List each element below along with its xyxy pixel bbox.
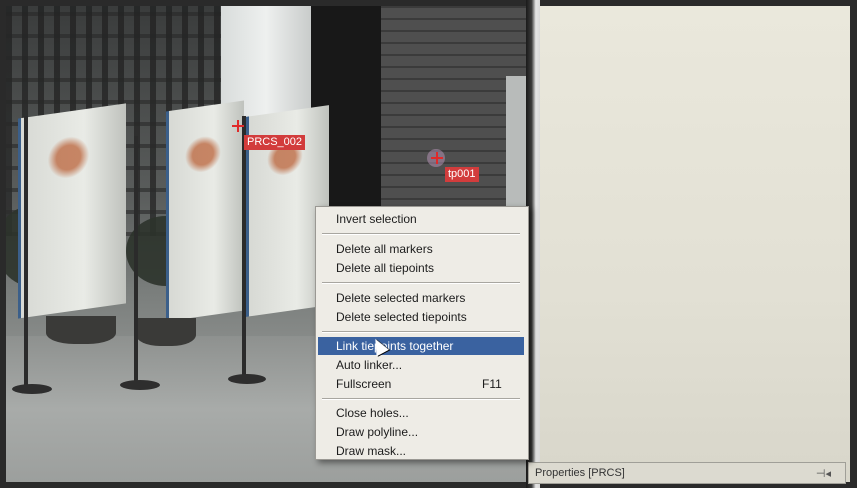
- photo-planter: [136, 318, 196, 346]
- menu-item-label: Fullscreen: [336, 377, 392, 391]
- menu-item-label: Draw polyline...: [336, 425, 419, 439]
- menu-separator: [322, 331, 520, 333]
- menu-item-auto-linker[interactable]: Auto linker...: [318, 356, 524, 374]
- properties-panel-header[interactable]: Properties [PRCS] ⊣◂: [528, 462, 846, 484]
- context-menu: Invert selection Delete all markers Dele…: [315, 206, 529, 460]
- properties-title: Properties [PRCS]: [535, 467, 625, 479]
- photo-pole-base: [120, 380, 160, 390]
- menu-separator: [322, 233, 520, 235]
- photo-pole: [242, 116, 246, 381]
- menu-item-draw-mask[interactable]: Draw mask...: [318, 442, 524, 460]
- menu-item-delete-selected-tiepoints[interactable]: Delete selected tiepoints: [318, 308, 524, 326]
- menu-separator: [322, 282, 520, 284]
- photo-planter: [46, 316, 116, 344]
- menu-item-label: Delete selected markers: [336, 291, 466, 305]
- menu-item-close-holes[interactable]: Close holes...: [318, 404, 524, 422]
- photo-banner: [166, 100, 244, 322]
- menu-item-label: Link tiepoints together: [336, 339, 454, 353]
- pin-icon[interactable]: ⊣◂: [816, 467, 831, 480]
- menu-item-label: Delete all tiepoints: [336, 261, 435, 275]
- menu-item-draw-polyline[interactable]: Draw polyline...: [318, 423, 524, 441]
- menu-item-label: Draw mask...: [336, 444, 407, 458]
- marker-label-prcs[interactable]: PRCS_002: [244, 135, 306, 150]
- menu-item-label: Close holes...: [336, 406, 409, 420]
- photo-brick-wall: [381, 6, 526, 236]
- marker-label-tp001[interactable]: tp001: [445, 167, 479, 182]
- marker-cross-icon[interactable]: [431, 152, 443, 164]
- photo-pole: [134, 136, 138, 386]
- photo-pole: [24, 116, 28, 386]
- menu-item-label: Invert selection: [336, 212, 417, 226]
- menu-item-fullscreen[interactable]: Fullscreen F11: [318, 375, 524, 393]
- menu-item-invert-selection[interactable]: Invert selection: [318, 210, 524, 228]
- menu-item-delete-all-markers[interactable]: Delete all markers: [318, 240, 524, 258]
- menu-item-link-tiepoints[interactable]: Link tiepoints together: [318, 337, 524, 355]
- menu-separator: [322, 398, 520, 400]
- menu-item-label: Delete selected tiepoints: [336, 310, 467, 324]
- photo-banner: [18, 103, 126, 319]
- photo-pole-base: [228, 374, 266, 384]
- photo-pole-base: [12, 384, 52, 394]
- menu-item-label: Auto linker...: [336, 358, 403, 372]
- menu-item-label: Delete all markers: [336, 242, 433, 256]
- menu-item-delete-all-tiepoints[interactable]: Delete all tiepoints: [318, 259, 524, 277]
- marker-cross-icon[interactable]: [232, 120, 244, 132]
- menu-item-delete-selected-markers[interactable]: Delete selected markers: [318, 289, 524, 307]
- right-panel: [540, 6, 850, 482]
- menu-item-shortcut: F11: [482, 377, 502, 391]
